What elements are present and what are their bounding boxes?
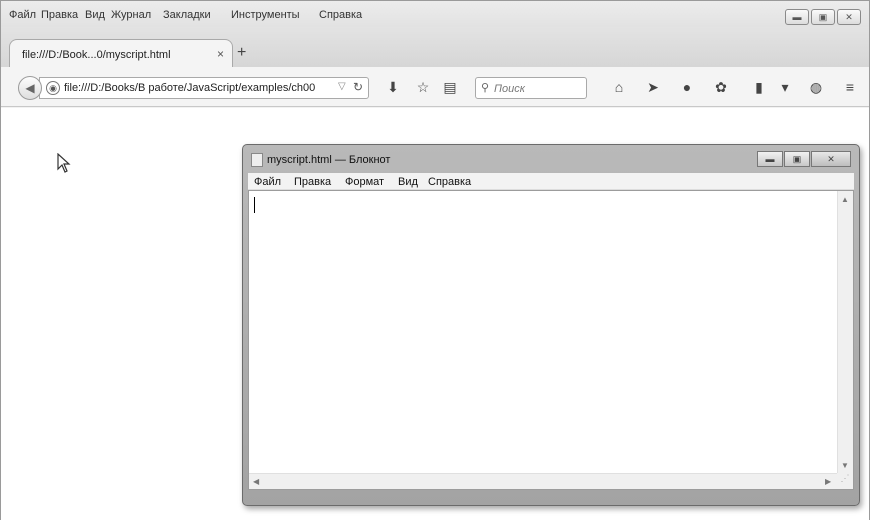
scroll-up-icon[interactable]: ▲	[841, 195, 849, 204]
notepad-minimize-button[interactable]: ▬	[757, 151, 783, 167]
shield-icon[interactable]: ◍	[807, 79, 825, 95]
notepad-menu-format[interactable]: Формат	[345, 176, 384, 188]
notepad-menu-bar: Файл Правка Формат Вид Справка	[248, 173, 854, 190]
notepad-menu-file[interactable]: Файл	[254, 176, 281, 188]
new-tab-button[interactable]: +	[237, 44, 246, 62]
scroll-left-icon[interactable]: ◀	[253, 477, 259, 486]
notepad-maximize-button[interactable]: ▣	[784, 151, 810, 167]
search-box[interactable]: ⚲	[475, 77, 587, 99]
download-icon[interactable]: ⬇	[384, 79, 402, 95]
menu-bar: Файл Правка Вид Журнал Закладки Инструме…	[1, 1, 869, 27]
horizontal-scrollbar[interactable]: ◀ ▶	[249, 473, 839, 489]
menu-tools[interactable]: Инструменты	[231, 9, 300, 21]
home-icon[interactable]: ⌂	[610, 79, 628, 95]
back-button[interactable]: ◀	[18, 76, 42, 100]
bookmark-star-icon[interactable]: ☆	[414, 79, 432, 95]
dropdown-icon[interactable]: ▾	[776, 79, 794, 95]
resize-grip-icon[interactable]: ⋰	[837, 473, 853, 489]
navigation-bar: ◉ file:///D:/Books/В работе/JavaScript/e…	[1, 67, 869, 107]
minimize-icon: ▬	[765, 154, 775, 164]
menu-bookmarks[interactable]: Закладки	[163, 9, 211, 21]
url-text[interactable]: file:///D:/Books/В работе/JavaScript/exa…	[64, 82, 334, 94]
text-caret	[254, 197, 255, 213]
notepad-menu-view[interactable]: Вид	[398, 176, 418, 188]
close-window-button[interactable]: ✕	[837, 9, 861, 25]
reload-icon[interactable]: ↻	[353, 80, 363, 94]
scroll-right-icon[interactable]: ▶	[825, 477, 831, 486]
hamburger-menu-icon[interactable]: ≡	[841, 79, 859, 95]
pocket-icon[interactable]: ▮	[750, 79, 768, 95]
minimize-button[interactable]: ▬	[785, 9, 809, 25]
browser-window-controls: ▬ ▣ ✕	[785, 9, 861, 25]
scroll-down-icon[interactable]: ▼	[841, 461, 849, 470]
menu-help[interactable]: Справка	[319, 9, 362, 21]
notepad-menu-edit[interactable]: Правка	[294, 176, 331, 188]
menu-edit[interactable]: Правка	[41, 9, 78, 21]
notepad-titlebar: myscript.html — Блокнот	[251, 151, 390, 169]
search-input[interactable]	[494, 81, 584, 96]
search-icon: ⚲	[481, 82, 490, 94]
menu-file[interactable]: Файл	[9, 9, 36, 21]
back-icon: ◀	[25, 81, 35, 95]
close-icon: ✕	[827, 153, 835, 164]
maximize-icon: ▣	[792, 153, 802, 164]
mouse-cursor-icon	[57, 153, 71, 173]
notepad-menu-help[interactable]: Справка	[428, 176, 471, 188]
globe-icon[interactable]: ◉	[46, 81, 60, 95]
notepad-icon	[251, 153, 263, 167]
addons-icon[interactable]: ✿	[712, 79, 730, 95]
notepad-title: myscript.html — Блокнот	[267, 154, 391, 166]
tab-title: file:///D:/Book...0/myscript.html	[22, 49, 171, 61]
url-dropdown-icon[interactable]: ▽	[338, 81, 346, 92]
send-icon[interactable]: ➤	[644, 79, 662, 95]
notepad-window: myscript.html — Блокнот ▬ ▣ ✕ Файл Правк…	[242, 144, 860, 506]
tab-close-button[interactable]: ×	[217, 47, 224, 61]
firefox-window: Файл Правка Вид Журнал Закладки Инструме…	[0, 0, 870, 520]
maximize-button[interactable]: ▣	[811, 9, 835, 25]
tab-myscript[interactable]: file:///D:/Book...0/myscript.html ×	[9, 39, 233, 69]
tab-strip: file:///D:/Book...0/myscript.html × +	[1, 27, 869, 69]
vertical-scrollbar[interactable]: ▲ ▼	[837, 191, 853, 473]
notepad-text-area[interactable]: ▲ ▼ ◀ ▶ ⋰	[248, 190, 854, 490]
maximize-icon: ▣	[818, 11, 828, 22]
menu-view[interactable]: Вид	[85, 9, 105, 21]
notepad-window-controls: ▬ ▣ ✕	[757, 151, 851, 167]
notepad-close-button[interactable]: ✕	[811, 151, 851, 167]
reading-list-icon[interactable]: ▤	[441, 79, 459, 95]
menu-history[interactable]: Журнал	[111, 9, 151, 21]
close-icon: ✕	[845, 11, 853, 22]
minimize-icon: ▬	[792, 12, 802, 22]
chat-icon[interactable]: ●	[678, 79, 696, 95]
url-bar[interactable]: ◉ file:///D:/Books/В работе/JavaScript/e…	[39, 77, 369, 99]
